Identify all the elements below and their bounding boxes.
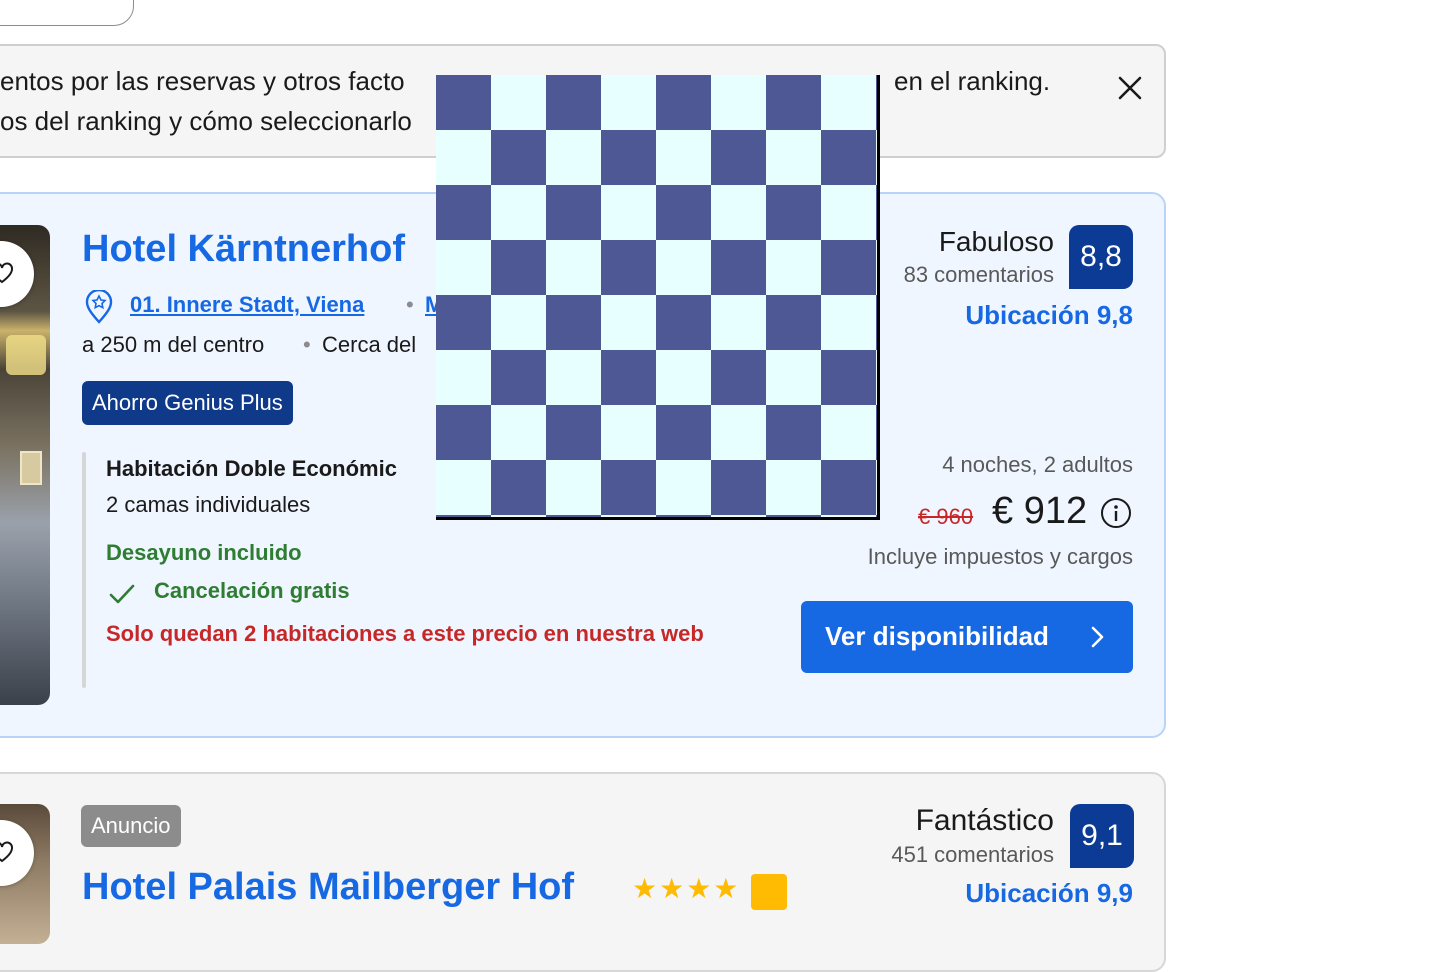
heart-icon bbox=[0, 262, 13, 284]
district-link[interactable]: 01. Innere Stadt, Viena bbox=[130, 292, 364, 318]
current-price: € 912 bbox=[992, 490, 1088, 532]
separator-dot: • bbox=[406, 292, 414, 317]
breakfast-label: Desayuno incluido bbox=[106, 540, 302, 565]
stay-summary: 4 noches, 2 adultos bbox=[942, 452, 1133, 477]
room-name: Habitación Doble Económic bbox=[106, 456, 397, 481]
distance-text: a 250 m del centro bbox=[82, 332, 265, 357]
location-pin-icon bbox=[84, 288, 114, 324]
near-text: Cerca del bbox=[322, 332, 417, 357]
hotel-name-link[interactable]: Hotel Palais Mailberger Hof bbox=[82, 866, 574, 909]
close-icon[interactable] bbox=[1112, 70, 1148, 106]
photo-sign bbox=[6, 335, 46, 375]
info-icon[interactable] bbox=[1100, 497, 1132, 529]
location-score: Ubicación 9,8 bbox=[965, 300, 1133, 330]
hotel-name-link[interactable]: Hotel Kärntnerhof bbox=[82, 228, 405, 271]
banner-text-line2: os del ranking y cómo seleccionarlo bbox=[0, 106, 412, 136]
photo-lamp bbox=[20, 451, 42, 485]
review-score-badge[interactable]: 8,8 bbox=[1069, 225, 1133, 289]
rating-word: Fabuloso bbox=[938, 226, 1054, 257]
banner-text-line1-end: en el ranking. bbox=[894, 66, 1051, 96]
taxes-note: Incluye impuestos y cargos bbox=[867, 544, 1133, 569]
see-availability-button[interactable]: Ver disponibilidad bbox=[801, 601, 1133, 673]
genius-badge: Ahorro Genius Plus bbox=[82, 381, 293, 425]
checkerboard-overlay bbox=[436, 75, 880, 520]
banner-text-line1: entos por las reservas y otros facto bbox=[0, 66, 405, 96]
free-cancellation-label: Cancelación gratis bbox=[154, 578, 350, 603]
star-rating: ★★★★ bbox=[632, 873, 741, 904]
scarcity-message: Solo quedan 2 habitaciones a este precio… bbox=[106, 621, 704, 646]
ad-badge: Anuncio bbox=[81, 805, 181, 847]
bed-info: 2 camas individuales bbox=[106, 492, 311, 517]
see-availability-label: Ver disponibilidad bbox=[825, 621, 1049, 651]
review-score-badge[interactable]: 9,1 bbox=[1070, 804, 1134, 868]
heart-icon bbox=[0, 841, 13, 863]
checkmark-icon bbox=[108, 580, 136, 608]
review-count: 451 comentarios bbox=[891, 842, 1054, 867]
rating-word: Fantástico bbox=[915, 804, 1054, 837]
separator-dot: • bbox=[303, 332, 311, 357]
thumbs-up-icon bbox=[751, 874, 787, 910]
location-score: Ubicación 9,9 bbox=[965, 878, 1133, 908]
room-divider bbox=[82, 452, 86, 688]
original-price: € 960 bbox=[918, 504, 974, 529]
filter-pill[interactable]: ados ⌄ bbox=[0, 0, 134, 26]
chevron-right-icon bbox=[1083, 623, 1111, 651]
